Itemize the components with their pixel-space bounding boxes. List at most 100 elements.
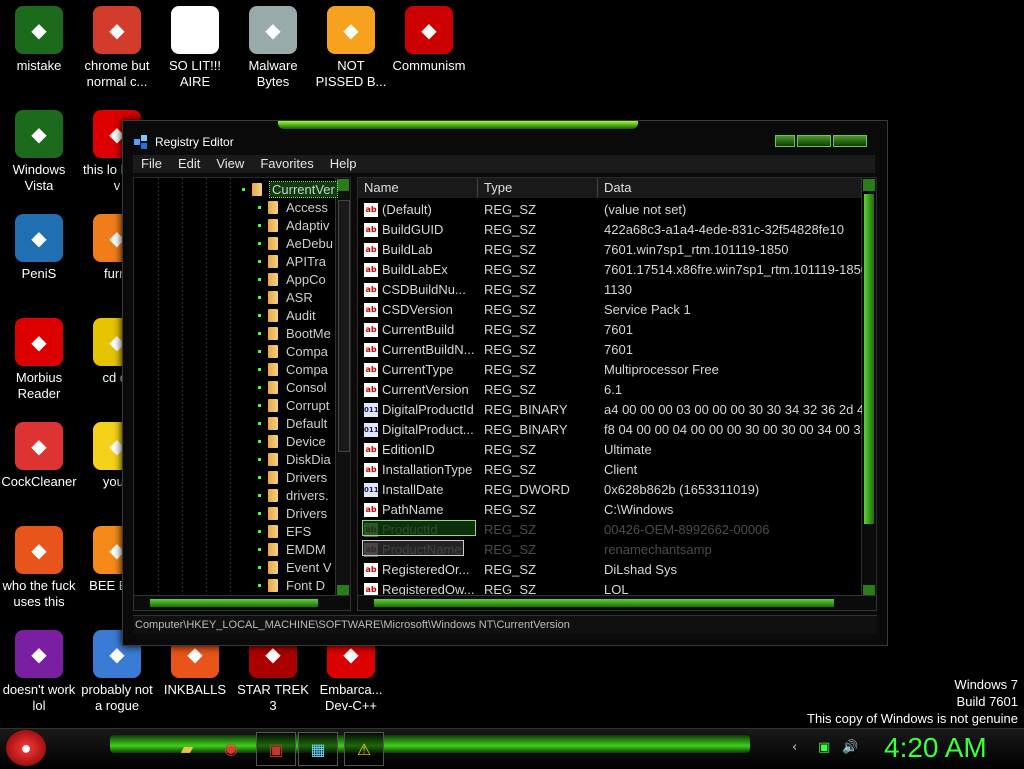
tree-item-selected[interactable]: CurrentVer (242, 180, 338, 198)
desktop-shortcut[interactable]: ◆ doesn't work lol (0, 630, 78, 714)
network-icon[interactable]: ▣ (818, 740, 830, 755)
desktop-shortcut[interactable]: ◆ PeniS (0, 214, 78, 282)
expand-dot[interactable] (258, 512, 261, 515)
taskbar-clock[interactable]: 4:20 AM (884, 732, 987, 764)
tree-item[interactable]: EMDM (258, 540, 326, 558)
tree-horizontal-scrollbar[interactable] (133, 595, 351, 611)
tree-item[interactable]: Drivers (258, 504, 327, 522)
value-row[interactable]: ab PathName REG_SZ C:\Windows (358, 500, 862, 520)
expand-dot[interactable] (258, 242, 261, 245)
values-pane[interactable]: Name Type Data ab (Default) REG_SZ (value n… (357, 177, 877, 599)
desktop-shortcut[interactable]: ◆ mistake (0, 6, 78, 74)
tree-item[interactable]: Corrupt (258, 396, 329, 414)
maximize-button[interactable] (797, 135, 831, 147)
taskbar-explorer[interactable]: ▰ (168, 732, 206, 764)
value-row[interactable]: ab (Default) REG_SZ (value not set) (358, 200, 862, 220)
key-tree-pane[interactable]: CurrentVer Access Adaptiv AeDebu APITra AppCo… (133, 177, 351, 599)
value-row[interactable]: ab CurrentBuild REG_SZ 7601 (358, 320, 862, 340)
menu-favorites[interactable]: Favorites (252, 155, 321, 173)
value-row[interactable]: ab CurrentBuildN... REG_SZ 7601 (358, 340, 862, 360)
expand-dot[interactable] (258, 332, 261, 335)
tree-item[interactable]: DiskDia (258, 450, 331, 468)
scroll-up-button[interactable] (337, 179, 349, 191)
taskbar-chrome[interactable]: ◉ (212, 732, 250, 764)
tree-item[interactable]: ASR (258, 288, 313, 306)
menu-help[interactable]: Help (322, 155, 365, 173)
tree-item[interactable]: Device (258, 432, 326, 450)
tree-item[interactable]: Font D (258, 576, 325, 594)
tree-item[interactable]: Compa (258, 360, 328, 378)
tree-item[interactable]: Access (258, 198, 328, 216)
expand-dot[interactable] (258, 566, 261, 569)
expand-dot[interactable] (258, 530, 261, 533)
expand-dot[interactable] (258, 224, 261, 227)
tree-item[interactable]: APITra (258, 252, 326, 270)
expand-dot[interactable] (258, 260, 261, 263)
desktop-shortcut[interactable]: ◆ who the fuck uses this (0, 526, 78, 610)
column-name-header[interactable]: Name (358, 178, 478, 198)
value-row[interactable]: ab CurrentType REG_SZ Multiprocessor Free (358, 360, 862, 380)
scroll-thumb[interactable] (150, 599, 318, 607)
value-row[interactable]: 011 DigitalProductId REG_BINARY a4 00 00 00… (358, 400, 862, 420)
expand-dot[interactable] (258, 548, 261, 551)
desktop-shortcut[interactable]: ◆ NOT PISSED B... (312, 6, 390, 90)
registry-editor-window[interactable]: Registry Editor File Edit View Favorites… (122, 120, 888, 646)
expand-dot[interactable] (258, 476, 261, 479)
minimize-button[interactable] (775, 135, 795, 147)
expand-dot[interactable] (258, 404, 261, 407)
taskbar-regedit[interactable]: ▦ (298, 732, 338, 766)
menu-file[interactable]: File (133, 155, 170, 173)
tree-item[interactable]: Drivers (258, 468, 327, 486)
value-row[interactable]: ab BuildGUID REG_SZ 422a68c3-a1a4-4ede-831c… (358, 220, 862, 240)
tray-arrow-icon[interactable]: ‹ (792, 740, 797, 755)
value-row[interactable]: ab RegisteredOr... REG_SZ DiLshad Sys (358, 560, 862, 580)
value-row[interactable]: ab BuildLabEx REG_SZ 7601.17514.x86fre.win7… (358, 260, 862, 280)
expand-dot[interactable] (258, 314, 261, 317)
expand-dot[interactable] (258, 584, 261, 587)
expand-dot[interactable] (258, 458, 261, 461)
value-row[interactable]: ab CSDBuildNu... REG_SZ 1130 (358, 280, 862, 300)
values-vertical-scrollbar[interactable] (861, 178, 876, 598)
title-bar[interactable]: Registry Editor (133, 131, 234, 153)
value-row[interactable]: 011 DigitalProduct... REG_BINARY f8 04 00 0… (358, 420, 862, 440)
desktop-shortcut[interactable]: ◆ Morbius Reader (0, 318, 78, 402)
menu-view[interactable]: View (208, 155, 252, 173)
expand-dot[interactable] (258, 206, 261, 209)
volume-icon[interactable]: 🔊 (842, 740, 858, 755)
tree-item[interactable]: AppCo (258, 270, 326, 288)
expand-dot[interactable] (258, 368, 261, 371)
value-row[interactable]: ab EditionID REG_SZ Ultimate (358, 440, 862, 460)
scroll-thumb[interactable] (338, 200, 350, 452)
expand-dot[interactable] (258, 422, 261, 425)
tree-item[interactable]: Event V (258, 558, 332, 576)
tree-item[interactable]: Compa (258, 342, 328, 360)
taskbar-warning[interactable]: ⚠ (344, 732, 384, 766)
tree-item[interactable]: BootMe (258, 324, 331, 342)
expand-dot[interactable] (258, 278, 261, 281)
values-horizontal-scrollbar[interactable] (357, 595, 877, 611)
value-row[interactable]: ab CurrentVersion REG_SZ 6.1 (358, 380, 862, 400)
value-row[interactable]: 011 InstallDate REG_DWORD 0x628b862b (16533… (358, 480, 862, 500)
tree-item[interactable]: Consol (258, 378, 326, 396)
close-button[interactable] (833, 135, 867, 147)
value-row[interactable]: ab CSDVersion REG_SZ Service Pack 1 (358, 300, 862, 320)
desktop-shortcut[interactable]: ◆ chrome but normal c... (78, 6, 156, 90)
expand-dot[interactable] (242, 188, 245, 191)
scroll-thumb[interactable] (864, 194, 874, 524)
tree-item[interactable]: Adaptiv (258, 216, 329, 234)
start-button[interactable]: ● (6, 730, 46, 766)
expand-dot[interactable] (258, 386, 261, 389)
taskbar-app[interactable]: ▣ (256, 732, 296, 766)
value-row[interactable]: ab InstallationType REG_SZ Client (358, 460, 862, 480)
tree-item[interactable]: drivers. (258, 486, 329, 504)
tree-vertical-scrollbar[interactable] (335, 178, 350, 598)
desktop-shortcut[interactable]: ◆ Windows Vista (0, 110, 78, 194)
tree-item[interactable]: AeDebu (258, 234, 333, 252)
column-data-header[interactable]: Data (598, 178, 862, 198)
tree-item[interactable]: Audit (258, 306, 316, 324)
scroll-up-button[interactable] (863, 179, 875, 191)
column-type-header[interactable]: Type (478, 178, 598, 198)
menu-edit[interactable]: Edit (170, 155, 208, 173)
tree-item[interactable]: EFS (258, 522, 311, 540)
desktop-shortcut[interactable]: ◆ Malware Bytes (234, 6, 312, 90)
